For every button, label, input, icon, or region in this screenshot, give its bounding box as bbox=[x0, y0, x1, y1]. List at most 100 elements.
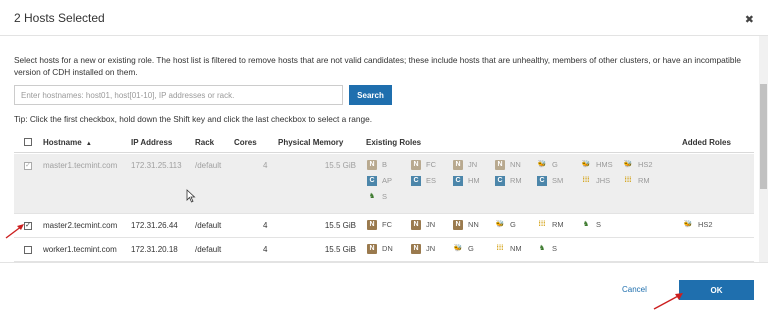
close-icon[interactable]: ✖ bbox=[745, 13, 754, 26]
annotation-arrow-icon bbox=[653, 293, 683, 310]
role-badge: 🐝 G bbox=[452, 243, 474, 255]
hbase-role-icon: C bbox=[367, 176, 377, 186]
hive-role-icon: 🐝 bbox=[537, 161, 547, 168]
dialog-title: 2 Hosts Selected bbox=[14, 11, 105, 25]
role-badge: ⁞⁞⁞ RM bbox=[536, 219, 564, 231]
role-badge: ⁞⁞⁞ RM bbox=[622, 175, 650, 187]
sort-ascending-icon: ▲ bbox=[85, 141, 92, 147]
added-role-badge: 🐝 HS2 bbox=[682, 219, 713, 231]
column-hostname[interactable]: Hostname ▲ bbox=[43, 138, 92, 147]
table-header: Hostname ▲ IP Address Rack Cores Physica… bbox=[14, 132, 754, 153]
yarn-role-icon: ⁞⁞⁞ bbox=[538, 221, 546, 228]
column-ip[interactable]: IP Address bbox=[131, 138, 172, 147]
memory-cell: 15.5 GiB bbox=[324, 161, 356, 170]
role-badge: ♞ S bbox=[580, 219, 601, 231]
scrollbar-thumb[interactable] bbox=[760, 84, 767, 189]
role-label: HS2 bbox=[638, 160, 653, 169]
role-badge: N FC bbox=[366, 219, 392, 231]
ip-address-cell: 172.31.25.113 bbox=[131, 161, 182, 170]
role-label: B bbox=[382, 160, 388, 169]
column-existing-roles: Existing Roles bbox=[366, 138, 422, 147]
hostname-cell: master1.tecmint.com bbox=[43, 161, 118, 170]
row-checkbox[interactable] bbox=[24, 246, 32, 254]
role-label: AP bbox=[382, 176, 393, 185]
role-label: NM bbox=[510, 244, 522, 253]
cores-cell: 4 bbox=[263, 245, 268, 254]
role-badge: C ES bbox=[410, 175, 436, 187]
hbase-role-icon: C bbox=[537, 176, 547, 186]
role-badge: C AP bbox=[366, 175, 392, 187]
role-badge: N NN bbox=[452, 219, 479, 231]
table-row[interactable]: ✓ master2.tecmint.com 172.31.26.44/default… bbox=[14, 214, 754, 238]
role-label: HS2 bbox=[698, 220, 713, 229]
role-label: RM bbox=[510, 176, 522, 185]
column-memory[interactable]: Physical Memory bbox=[278, 138, 343, 147]
hive-role-icon: 🐝 bbox=[495, 221, 505, 228]
role-badge: 🐝 HS2 bbox=[622, 159, 653, 171]
memory-cell: 15.5 GiB bbox=[324, 221, 356, 230]
hdfs-role-icon: N bbox=[495, 160, 505, 170]
role-badge: N JN bbox=[410, 243, 435, 255]
host-search-input[interactable] bbox=[14, 85, 343, 105]
hdfs-role-icon: N bbox=[367, 220, 377, 230]
hive-role-icon: 🐝 bbox=[683, 221, 693, 228]
annotation-arrow-icon bbox=[5, 224, 24, 239]
dialog-description: Select hosts for a new or existing role.… bbox=[14, 55, 741, 77]
role-label: G bbox=[552, 160, 558, 169]
role-label: JHS bbox=[596, 176, 611, 185]
rack-cell: /default bbox=[195, 221, 222, 230]
role-label: DN bbox=[382, 244, 393, 253]
ok-button[interactable]: OK bbox=[679, 280, 754, 300]
table-row[interactable]: worker1.tecmint.com 172.31.20.18/default 4… bbox=[14, 238, 754, 262]
role-badge: ⁞⁞⁞ NM bbox=[494, 243, 522, 255]
role-label: S bbox=[382, 192, 388, 201]
scrollbar[interactable] bbox=[759, 36, 768, 262]
role-label: RM bbox=[552, 220, 564, 229]
role-label: HMS bbox=[596, 160, 613, 169]
rack-cell: /default bbox=[195, 245, 222, 254]
column-added-roles: Added Roles bbox=[682, 138, 731, 147]
role-badge: ⁞⁞⁞ JHS bbox=[580, 175, 611, 187]
column-hostname-label: Hostname bbox=[43, 138, 82, 147]
hosts-table: Hostname ▲ IP Address Rack Cores Physica… bbox=[14, 132, 754, 262]
role-badge: NB bbox=[366, 159, 387, 171]
role-label: FC bbox=[382, 220, 392, 229]
role-label: S bbox=[596, 220, 602, 229]
yarn-role-icon: ⁞⁞⁞ bbox=[624, 177, 632, 184]
zk-role-icon: ♞ bbox=[368, 193, 376, 200]
hbase-role-icon: C bbox=[495, 176, 505, 186]
tip-text: Tip: Click the first checkbox, hold down… bbox=[14, 114, 373, 124]
yarn-role-icon: ⁞⁞⁞ bbox=[582, 177, 590, 184]
ip-address-cell: 172.31.20.18 bbox=[131, 245, 178, 254]
role-label: NN bbox=[468, 220, 479, 229]
column-cores[interactable]: Cores bbox=[234, 138, 257, 147]
hdfs-role-icon: N bbox=[411, 220, 421, 230]
hostname-cell: master2.tecmint.com bbox=[43, 221, 118, 230]
role-badge: N DN bbox=[366, 243, 393, 255]
role-badge: C SM bbox=[536, 175, 563, 187]
role-badge: C RM bbox=[494, 175, 522, 187]
role-badge: N JN bbox=[452, 159, 477, 171]
role-badge: ♞ S bbox=[366, 191, 387, 203]
role-badge: ♞ S bbox=[536, 243, 557, 255]
rack-cell: /default bbox=[195, 161, 222, 170]
role-label: SM bbox=[552, 176, 564, 185]
hbase-role-icon: C bbox=[453, 176, 463, 186]
cores-cell: 4 bbox=[263, 221, 268, 230]
role-label: ES bbox=[426, 176, 437, 185]
ip-address-cell: 172.31.26.44 bbox=[131, 221, 178, 230]
search-button[interactable]: Search bbox=[349, 85, 392, 105]
select-all-checkbox[interactable] bbox=[24, 138, 32, 146]
hdfs-role-icon: N bbox=[367, 244, 377, 254]
role-label: G bbox=[510, 220, 516, 229]
role-label: NN bbox=[510, 160, 521, 169]
column-rack[interactable]: Rack bbox=[195, 138, 214, 147]
table-row: ✓ master1.tecmint.com 172.31.25.113/defaul… bbox=[14, 154, 754, 214]
hive-role-icon: 🐝 bbox=[581, 161, 591, 168]
role-badge: N JN bbox=[410, 219, 435, 231]
cores-cell: 4 bbox=[263, 161, 268, 170]
role-badge: N FC bbox=[410, 159, 436, 171]
zk-role-icon: ♞ bbox=[582, 221, 590, 228]
cancel-button[interactable]: Cancel bbox=[622, 285, 647, 294]
role-badge: 🐝 G bbox=[494, 219, 516, 231]
